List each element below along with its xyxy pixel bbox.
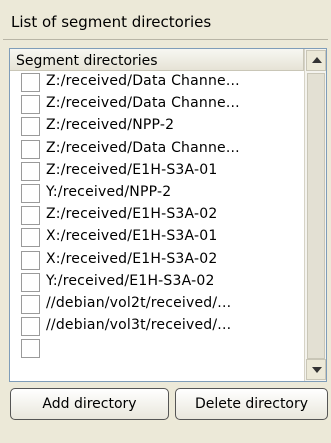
item-checkbox[interactable] <box>21 139 40 159</box>
item-checkbox[interactable] <box>21 250 40 270</box>
list-item[interactable] <box>10 337 304 359</box>
item-label: Z:/received/Data Channe... <box>46 95 240 112</box>
list-item[interactable]: //debian/vol3t/received/... <box>10 315 304 337</box>
item-checkbox[interactable] <box>21 117 40 137</box>
list-item[interactable]: Z:/received/Data Channe... <box>10 93 304 115</box>
list-item[interactable]: //debian/vol2t/received/... <box>10 293 304 315</box>
item-label: //debian/vol2t/received/... <box>46 294 232 311</box>
list-item[interactable]: Z:/received/E1H-S3A-02 <box>10 204 304 226</box>
list-item[interactable]: Z:/received/Data Channe... <box>10 138 304 160</box>
list-item[interactable]: Z:/received/E1H-S3A-01 <box>10 160 304 182</box>
item-label: //debian/vol3t/received/... <box>46 317 232 334</box>
scrollbar-thumb[interactable] <box>307 73 325 359</box>
segment-directories-list[interactable]: Segment directories Z:/received/Data Cha… <box>9 48 327 382</box>
item-label: X:/received/E1H-S3A-01 <box>46 228 218 245</box>
item-checkbox[interactable] <box>21 294 40 314</box>
item-label: Z:/received/Data Channe... <box>46 139 240 156</box>
list-item[interactable]: Y:/received/E1H-S3A-02 <box>10 271 304 293</box>
item-checkbox[interactable] <box>21 161 40 181</box>
vertical-scrollbar[interactable] <box>304 49 326 381</box>
delete-directory-button[interactable]: Delete directory <box>175 388 328 420</box>
list-item[interactable]: X:/received/E1H-S3A-02 <box>10 249 304 271</box>
item-checkbox[interactable] <box>21 228 40 248</box>
list-item[interactable]: X:/received/E1H-S3A-01 <box>10 226 304 248</box>
scroll-up-button[interactable] <box>306 50 326 71</box>
item-label: Z:/received/E1H-S3A-01 <box>46 161 218 178</box>
arrow-up-icon <box>312 57 322 63</box>
list-item[interactable]: Z:/received/Data Channe... <box>10 71 304 93</box>
item-checkbox[interactable] <box>21 95 40 115</box>
list-item[interactable]: Z:/received/NPP-2 <box>10 115 304 137</box>
scroll-down-button[interactable] <box>306 359 326 380</box>
item-checkbox[interactable] <box>21 206 40 226</box>
list-item[interactable]: Y:/received/NPP-2 <box>10 182 304 204</box>
item-label: Y:/received/NPP-2 <box>46 183 172 200</box>
item-label: Z:/received/NPP-2 <box>46 117 175 134</box>
item-label: Y:/received/E1H-S3A-02 <box>46 272 215 289</box>
group-divider <box>3 39 328 40</box>
item-checkbox[interactable] <box>21 339 40 359</box>
item-checkbox[interactable] <box>21 183 40 203</box>
item-label: Z:/received/Data Channe... <box>46 73 240 89</box>
item-label: X:/received/E1H-S3A-02 <box>46 250 218 267</box>
item-label: Z:/received/E1H-S3A-02 <box>46 206 218 223</box>
item-checkbox[interactable] <box>21 317 40 337</box>
group-title: List of segment directories <box>11 13 212 31</box>
arrow-down-icon <box>312 367 322 373</box>
item-checkbox[interactable] <box>21 272 40 292</box>
list-rows: Z:/received/Data Channe... Z:/received/Da… <box>10 71 304 381</box>
list-column-header[interactable]: Segment directories <box>10 49 304 71</box>
add-directory-button[interactable]: Add directory <box>10 388 169 420</box>
item-checkbox[interactable] <box>21 73 40 92</box>
